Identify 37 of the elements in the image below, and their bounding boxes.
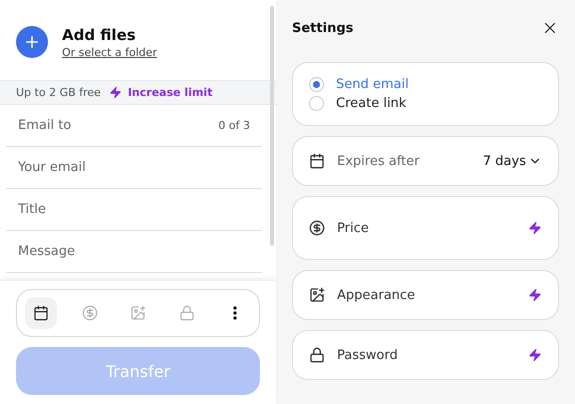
input-field[interactable]: Email to 0 of 3 [6, 105, 262, 147]
more-icon [233, 306, 237, 320]
radio-option[interactable]: Send email [309, 77, 542, 92]
setting-card[interactable]: Password [292, 330, 559, 380]
lightning-icon [528, 221, 542, 235]
radio-option[interactable]: Create link [309, 96, 542, 111]
limit-text: Up to 2 GB free [16, 86, 101, 99]
lightning-icon [528, 288, 542, 302]
recipient-counter: 0 of 3 [218, 119, 250, 132]
expiry-dropdown[interactable]: 7 days [482, 154, 542, 168]
input-field[interactable]: Your email [6, 147, 262, 189]
lightning-icon [528, 348, 542, 362]
setting-label: Password [337, 348, 399, 362]
add-files-button[interactable] [16, 26, 48, 58]
settings-title: Settings [292, 20, 354, 36]
add-files-title: Add files [62, 26, 137, 44]
increase-limit-link[interactable]: Increase limit [108, 86, 212, 99]
expiry-label: Expires after [337, 154, 420, 168]
image-icon [309, 287, 325, 303]
calendar-icon [33, 305, 49, 321]
lock-icon [178, 305, 194, 321]
setting-card[interactable]: Appearance [292, 270, 559, 320]
dollar-icon [309, 220, 325, 236]
setting-card[interactable]: Price [292, 196, 559, 260]
lock-icon [309, 347, 325, 363]
input-field[interactable]: Message [6, 231, 262, 273]
plus-icon [23, 33, 41, 51]
calendar-icon [309, 153, 325, 169]
input-field[interactable]: Title [6, 189, 262, 231]
image-icon [130, 305, 146, 321]
select-folder-link[interactable]: Or select a folder [62, 46, 158, 58]
setting-label: Price [337, 220, 370, 236]
scrollbar[interactable] [270, 6, 274, 246]
toolbar-button[interactable] [25, 297, 57, 329]
setting-label: Appearance [337, 288, 416, 302]
dollar-icon [82, 305, 98, 321]
lightning-icon [108, 86, 122, 99]
